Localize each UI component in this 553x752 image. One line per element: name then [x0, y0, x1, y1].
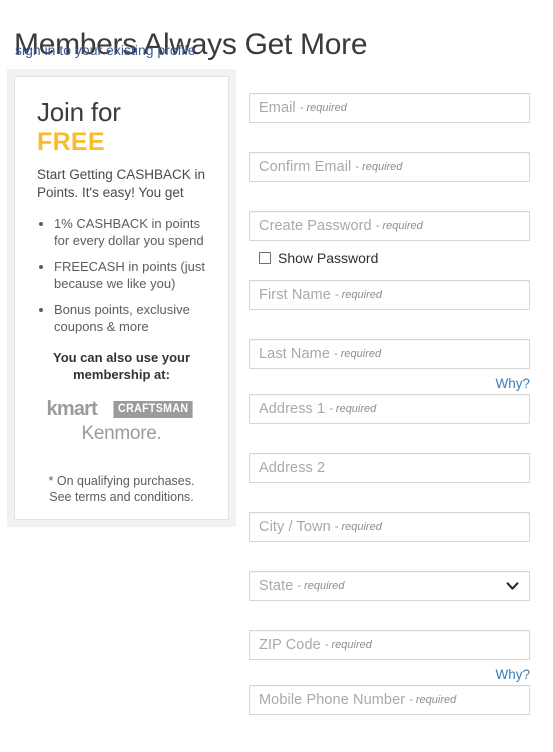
field-wrap-city-town: City / Town - required: [249, 512, 530, 542]
city-town-input[interactable]: [249, 512, 530, 542]
craftsman-logo: CRAFTSMAN: [113, 400, 193, 418]
promo-footnote: * On qualifying purchases. See terms and…: [48, 474, 195, 504]
mobile-phone-input[interactable]: [249, 685, 530, 715]
list-item: 1% CASHBACK in points for every dollar y…: [54, 215, 206, 249]
last-name-input[interactable]: [249, 339, 530, 369]
promo-benefits-list: 1% CASHBACK in points for every dollar y…: [37, 215, 206, 335]
state-select[interactable]: [249, 571, 530, 601]
address-2-input[interactable]: [249, 453, 530, 483]
field-wrap-state: State - required: [249, 571, 530, 601]
kmart-logo: kmart: [46, 398, 98, 420]
why-row-address: Why?: [249, 375, 530, 392]
promo-panel: Join for FREE Start Getting CASHBACK in …: [7, 69, 236, 527]
why-link-phone[interactable]: Why?: [495, 667, 530, 682]
list-item: FREECASH in points (just because we like…: [54, 258, 206, 292]
field-wrap-address-2: Address 2: [249, 453, 530, 483]
field-wrap-last-name: Last Name - required: [249, 339, 530, 369]
field-wrap-mobile-phone: Mobile Phone Number - required: [249, 685, 530, 715]
list-item: Bonus points, exclusive coupons & more: [54, 301, 206, 335]
confirm-email-input[interactable]: [249, 152, 530, 182]
show-password-checkbox[interactable]: [259, 252, 271, 264]
first-name-input[interactable]: [249, 280, 530, 310]
why-link-address[interactable]: Why?: [495, 376, 530, 391]
field-wrap-address-1: Address 1 - required: [249, 394, 530, 424]
field-wrap-zip-code: ZIP Code - required: [249, 630, 530, 660]
show-password-row[interactable]: Show Password: [249, 247, 530, 269]
registration-form: Email - required Confirm Email - require…: [249, 93, 530, 715]
signin-link[interactable]: sign in to your existing profile: [15, 42, 196, 58]
promo-subtext: Start Getting CASHBACK in Points. It's e…: [37, 167, 206, 200]
field-wrap-email: Email - required: [249, 93, 530, 123]
field-wrap-create-password: Create Password - required: [249, 211, 530, 241]
email-input[interactable]: [249, 93, 530, 123]
partner-logos-row-1: kmart CRAFTSMAN: [37, 399, 206, 419]
promo-free-heading: FREE: [37, 128, 105, 156]
promo-also-use-heading: You can also use your membership at:: [52, 350, 191, 382]
field-wrap-confirm-email: Confirm Email - required: [249, 152, 530, 182]
show-password-label: Show Password: [278, 250, 379, 266]
why-row-phone: Why?: [249, 666, 530, 683]
create-password-input[interactable]: [249, 211, 530, 241]
address-1-input[interactable]: [249, 394, 530, 424]
zip-code-input[interactable]: [249, 630, 530, 660]
kenmore-logo: Kenmore.: [81, 423, 162, 444]
partner-logos-row-2: Kenmore.: [37, 423, 206, 445]
field-wrap-first-name: First Name - required: [249, 280, 530, 310]
promo-join-heading: Join for: [37, 97, 121, 127]
